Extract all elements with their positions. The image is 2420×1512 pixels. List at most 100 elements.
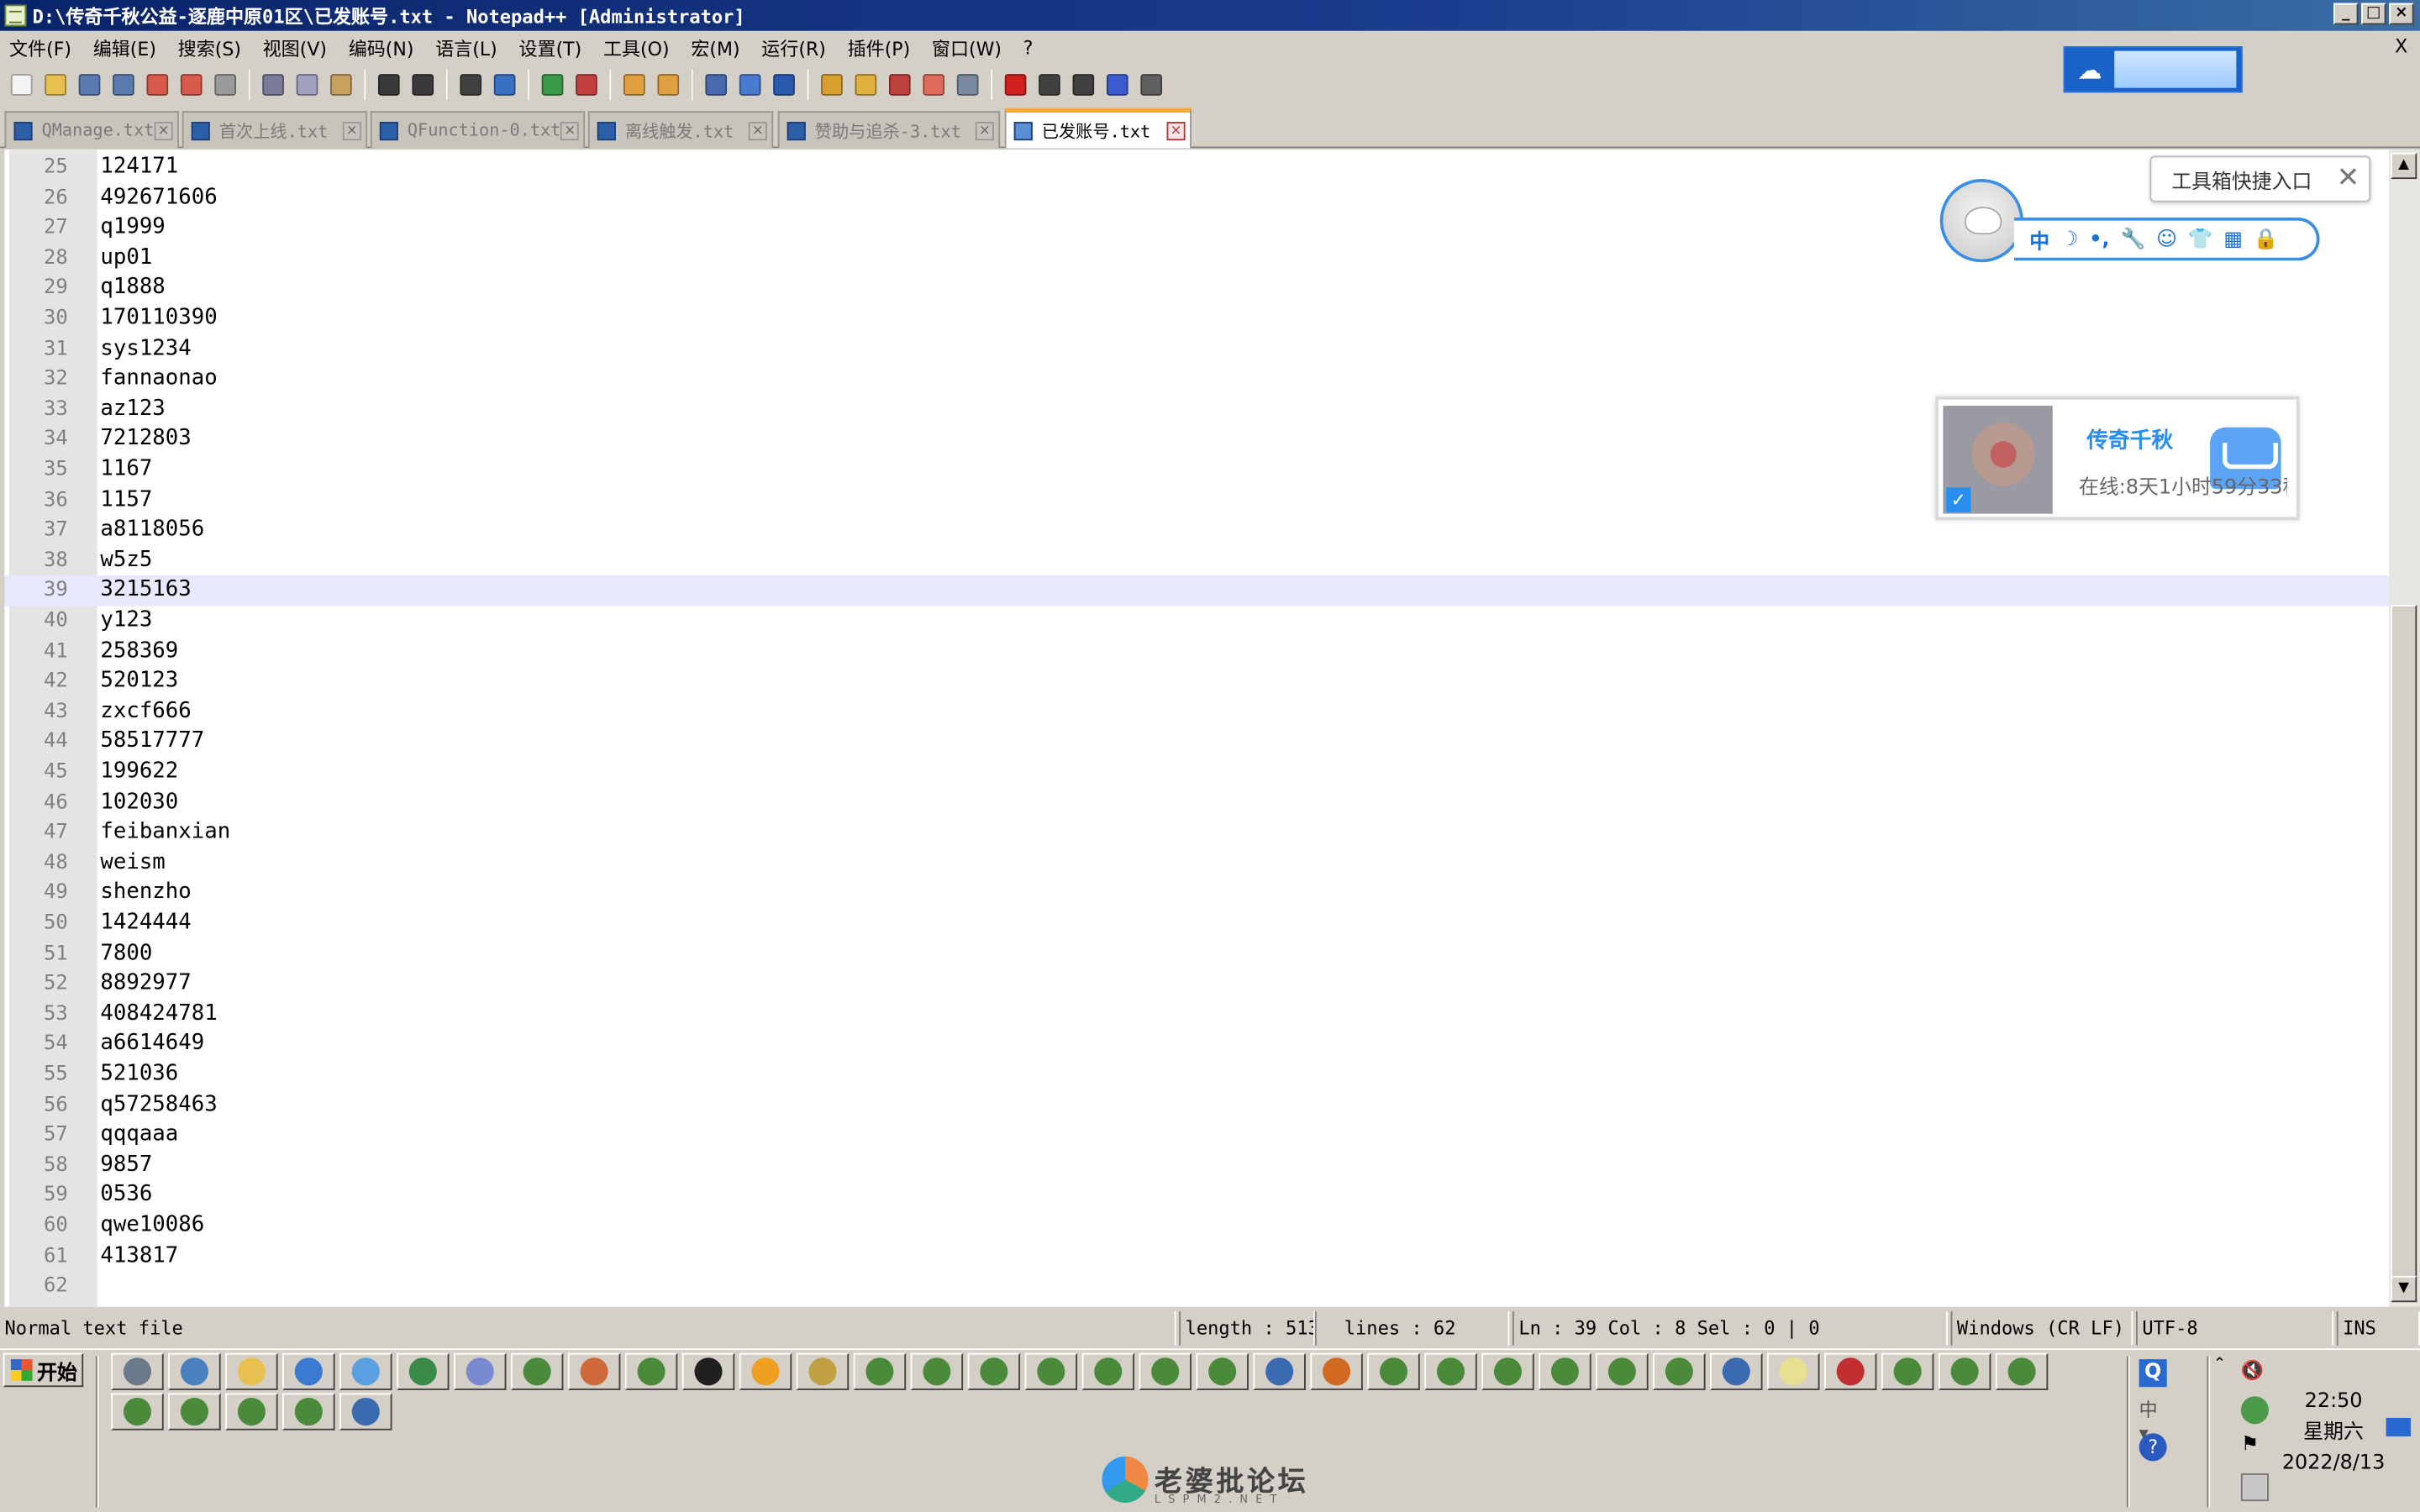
- taskbar-app-button[interactable]: [853, 1352, 907, 1390]
- folder-workspace-button[interactable]: [918, 70, 950, 101]
- taskbar-app-button[interactable]: [1539, 1352, 1591, 1390]
- tab-close-icon[interactable]: ×: [154, 121, 173, 140]
- undo-button[interactable]: [373, 70, 404, 101]
- menu-item-12[interactable]: ?: [1014, 37, 1045, 59]
- tab-close-icon[interactable]: ×: [975, 121, 994, 140]
- taskbar-app-button[interactable]: [397, 1352, 450, 1390]
- menu-item-3[interactable]: 视图(V): [254, 34, 339, 60]
- taskbar-app-button[interactable]: [681, 1352, 735, 1390]
- menu-item-7[interactable]: 工具(O): [594, 34, 681, 60]
- taskbar-app-button[interactable]: [1139, 1352, 1192, 1390]
- moon-icon[interactable]: ☽: [2060, 228, 2078, 251]
- taskbar-app-button[interactable]: [1823, 1352, 1877, 1390]
- word-wrap-button[interactable]: [701, 70, 732, 101]
- toolbox-tooltip[interactable]: 工具箱快捷入口 ✕: [2149, 155, 2371, 202]
- security-tray-icon[interactable]: [2240, 1396, 2269, 1425]
- tab-2[interactable]: QFunction-0.txt ×: [370, 111, 586, 149]
- shirt-icon[interactable]: 👕: [2188, 228, 2213, 251]
- network-icon[interactable]: [2240, 1473, 2269, 1502]
- tab-close-icon[interactable]: ×: [560, 121, 580, 140]
- chinese-input-icon[interactable]: 中: [2029, 224, 2049, 255]
- play-multi-macro-button[interactable]: [1102, 70, 1133, 101]
- menu-item-4[interactable]: 编码(N): [339, 34, 426, 60]
- taskbar-app-button[interactable]: [168, 1352, 221, 1390]
- taskbar-app-button[interactable]: [1710, 1352, 1763, 1390]
- taskbar-app-button[interactable]: [1881, 1352, 1934, 1390]
- indent-guide-button[interactable]: [769, 70, 800, 101]
- paste-button[interactable]: [326, 70, 357, 101]
- taskbar-app-button[interactable]: [282, 1352, 335, 1390]
- tab-4[interactable]: 赞助与追杀-3.txt ×: [777, 111, 1001, 149]
- taskbar-app-button[interactable]: [796, 1352, 850, 1390]
- taskbar-app-button[interactable]: [510, 1352, 564, 1390]
- tab-3[interactable]: 离线触发.txt ×: [587, 111, 774, 149]
- taskbar-app-button[interactable]: [111, 1393, 164, 1431]
- taskbar-app-button[interactable]: [1253, 1352, 1306, 1390]
- record-macro-button[interactable]: [1000, 70, 1031, 101]
- stop-macro-button[interactable]: [1034, 70, 1065, 101]
- taskbar-app-button[interactable]: [910, 1352, 964, 1390]
- scroll-down-arrow-icon[interactable]: ▼: [2391, 1275, 2417, 1303]
- taskbar-app-button[interactable]: [1024, 1352, 1078, 1390]
- find-button[interactable]: [455, 70, 487, 101]
- tab-close-icon[interactable]: ×: [1166, 121, 1186, 140]
- zoom-in-button[interactable]: [537, 70, 568, 101]
- menu-item-5[interactable]: 语言(L): [426, 34, 509, 60]
- menu-item-9[interactable]: 运行(R): [752, 34, 838, 60]
- print-button[interactable]: [210, 70, 241, 101]
- close-button[interactable]: [142, 70, 173, 101]
- clock[interactable]: 22:50 星期六 2022/8/13: [2278, 1387, 2389, 1479]
- zoom-out-button[interactable]: [571, 70, 602, 101]
- tab-close-icon[interactable]: ×: [342, 121, 361, 140]
- taskbar-app-button[interactable]: [225, 1352, 278, 1390]
- sync-h-button[interactable]: [653, 70, 684, 101]
- volume-muted-icon[interactable]: 🔇: [2241, 1359, 2269, 1387]
- taskbar-app-button[interactable]: [1310, 1352, 1363, 1390]
- menu-item-8[interactable]: 宏(M): [681, 34, 752, 60]
- tab-5[interactable]: 已发账号.txt ×: [1004, 108, 1192, 149]
- taskbar-app-button[interactable]: [1767, 1352, 1820, 1390]
- doc-map-button[interactable]: [850, 70, 881, 101]
- search-tray-icon[interactable]: Q: [2139, 1359, 2167, 1388]
- tooltip-close-icon[interactable]: ✕: [2337, 162, 2360, 195]
- taskbar-app-button[interactable]: [1367, 1352, 1420, 1390]
- grid-icon[interactable]: ▦: [2223, 228, 2243, 251]
- udl-button[interactable]: [817, 70, 848, 101]
- close-button[interactable]: ×: [2389, 3, 2414, 25]
- taskbar-app-button[interactable]: [1596, 1352, 1649, 1390]
- taskbar-app-button[interactable]: [168, 1393, 221, 1431]
- taskbar-app-button[interactable]: [1424, 1352, 1477, 1390]
- copy-button[interactable]: [292, 70, 323, 101]
- cut-button[interactable]: [258, 70, 289, 101]
- show-all-chars-button[interactable]: [734, 70, 765, 101]
- scroll-up-arrow-icon[interactable]: ▲: [2391, 152, 2417, 180]
- cloud-sync-widget[interactable]: ☁: [2063, 46, 2243, 93]
- tab-0[interactable]: QManage.txt ×: [4, 111, 180, 149]
- function-list-button[interactable]: [884, 70, 915, 101]
- taskbar-app-button[interactable]: [1653, 1352, 1706, 1390]
- open-file-button[interactable]: [40, 70, 71, 101]
- show-desktop-icon[interactable]: [2386, 1417, 2411, 1436]
- text-editor[interactable]: 25 124171 26 492671606 27 q1999 28 up01 29 q1888 3…: [0, 150, 2390, 1307]
- action-center-flag-icon[interactable]: ⚑: [2241, 1433, 2269, 1461]
- tab-1[interactable]: 首次上线.txt ×: [182, 111, 368, 149]
- sync-v-button[interactable]: [619, 70, 650, 101]
- taskbar-app-button[interactable]: [225, 1393, 278, 1431]
- menu-item-10[interactable]: 插件(P): [839, 34, 923, 60]
- menu-close-icon[interactable]: X: [2395, 35, 2407, 57]
- monitor-button[interactable]: [952, 70, 983, 101]
- qq-contact-card[interactable]: ✓ 传奇千秋 在线:8天1小时59分33秒: [1935, 396, 2300, 520]
- new-file-button[interactable]: [6, 70, 37, 101]
- tab-close-icon[interactable]: ×: [748, 121, 767, 140]
- close-all-button[interactable]: [176, 70, 207, 101]
- tray-expand-icon[interactable]: ⌃: [2213, 1356, 2241, 1383]
- taskbar-app-button[interactable]: [111, 1352, 164, 1390]
- ime-icon[interactable]: 中▾: [2139, 1396, 2167, 1444]
- help-icon[interactable]: ?: [2139, 1433, 2167, 1462]
- taskbar-app-button[interactable]: [1938, 1352, 1991, 1390]
- taskbar-app-button[interactable]: [739, 1352, 792, 1390]
- save-button[interactable]: [74, 70, 105, 101]
- taskbar-app-button[interactable]: [1081, 1352, 1134, 1390]
- play-macro-button[interactable]: [1068, 70, 1099, 101]
- start-button[interactable]: 开始: [3, 1352, 84, 1388]
